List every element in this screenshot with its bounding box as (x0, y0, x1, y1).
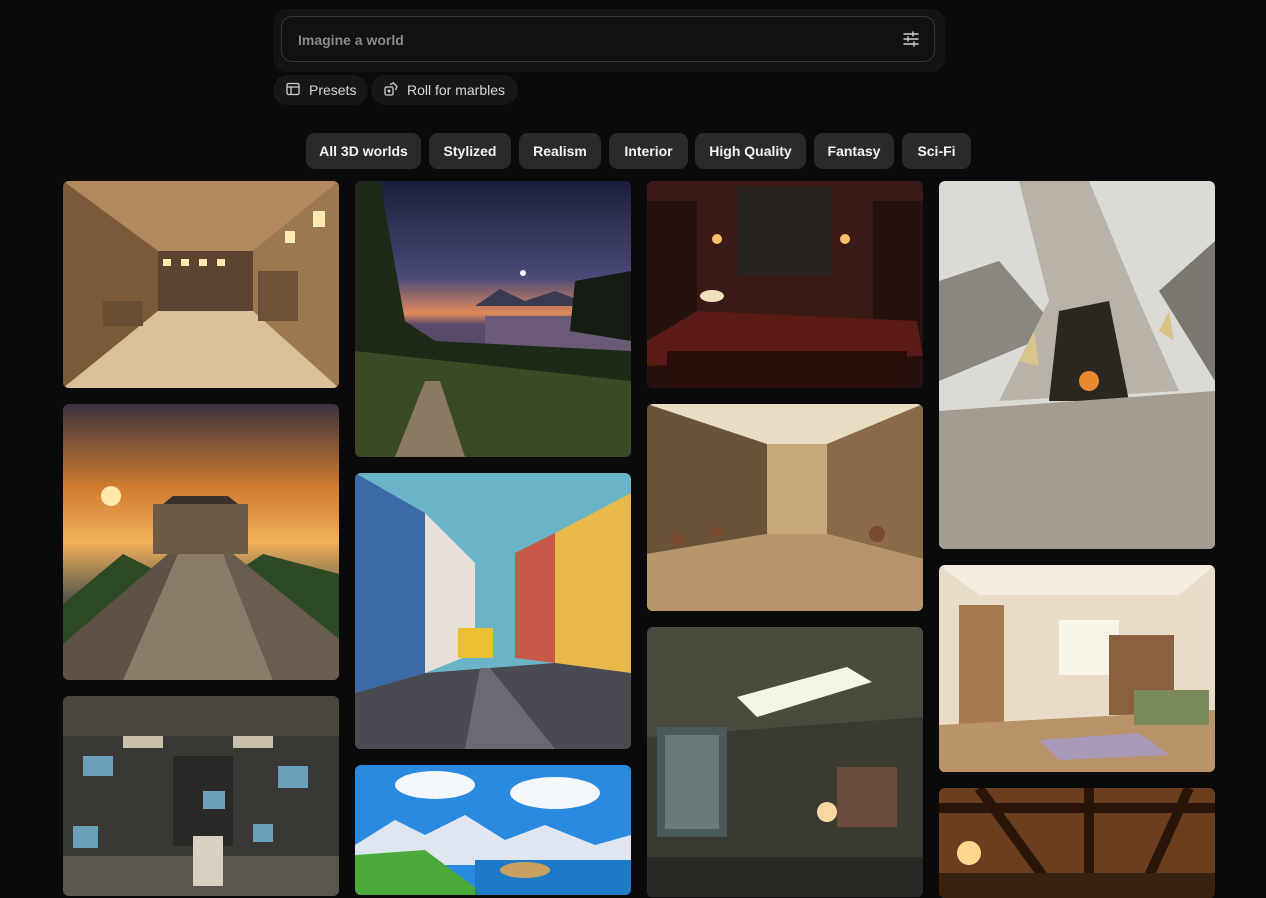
world-card-red-study[interactable] (647, 181, 923, 388)
settings-sliders-icon[interactable] (902, 30, 920, 48)
roll-label: Roll for marbles (407, 82, 506, 98)
world-card-stone-tree[interactable] (939, 181, 1215, 549)
world-card-desert-alley[interactable] (647, 404, 923, 611)
world-card-sandy-chamber[interactable] (63, 181, 339, 388)
world-card-tram-street[interactable] (355, 473, 631, 749)
world-card-great-wall[interactable] (63, 404, 339, 680)
world-card-wooden-ceiling[interactable] (939, 788, 1215, 898)
filter-all-3d-worlds[interactable]: All 3D worlds (306, 133, 421, 169)
world-thumbnail (355, 765, 631, 895)
world-card-cozy-bedroom[interactable] (939, 565, 1215, 772)
filter-realism[interactable]: Realism (519, 133, 601, 169)
world-thumbnail (647, 181, 923, 388)
world-thumbnail (63, 404, 339, 680)
filter-sci-fi[interactable]: Sci-Fi (902, 133, 971, 169)
dice-icon (383, 81, 399, 100)
filter-stylized[interactable]: Stylized (429, 133, 511, 169)
search-box (281, 16, 935, 63)
world-card-lake-twilight[interactable] (355, 181, 631, 457)
world-card-cartoon-coast[interactable] (355, 765, 631, 895)
category-filters: All 3D worlds Stylized Realism Interior … (0, 133, 1266, 169)
world-thumbnail (63, 181, 339, 388)
world-thumbnail (647, 627, 923, 897)
search-input[interactable] (296, 17, 880, 63)
world-thumbnail (939, 565, 1215, 772)
filter-fantasy[interactable]: Fantasy (814, 133, 894, 169)
world-thumbnail (939, 788, 1215, 898)
presets-button[interactable]: Presets (273, 75, 368, 105)
world-thumbnail (939, 181, 1215, 549)
world-card-spaceship-control[interactable] (63, 696, 339, 896)
presets-label: Presets (309, 82, 357, 98)
presets-icon (285, 81, 301, 100)
filter-interior[interactable]: Interior (609, 133, 688, 169)
roll-for-marbles-button[interactable]: Roll for marbles (371, 75, 518, 105)
world-thumbnail (355, 181, 631, 457)
world-thumbnail (355, 473, 631, 749)
world-thumbnail (647, 404, 923, 611)
search-container (273, 9, 945, 72)
world-card-dim-bedroom[interactable] (647, 627, 923, 897)
filter-high-quality[interactable]: High Quality (695, 133, 806, 169)
world-thumbnail (63, 696, 339, 896)
